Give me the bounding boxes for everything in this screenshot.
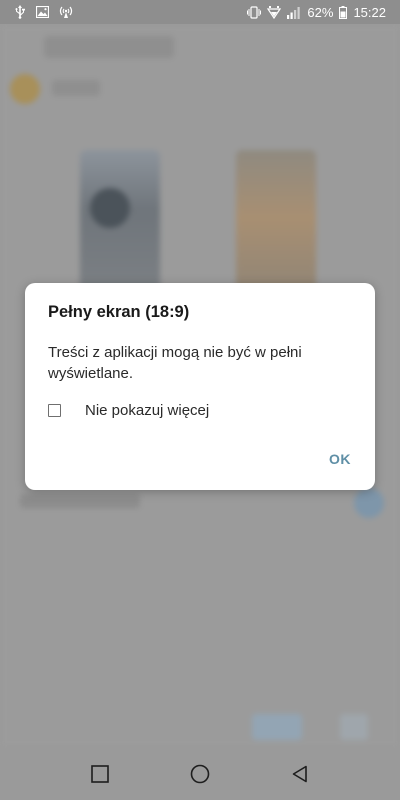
dont-show-again-checkbox[interactable] <box>48 404 61 417</box>
background-preview-card <box>80 150 160 300</box>
recents-icon <box>91 765 109 783</box>
full-screen-dialog: Pełny ekran (18:9) Treści z aplikacji mo… <box>25 283 375 490</box>
ok-button[interactable]: OK <box>329 451 351 467</box>
wifi-hotspot-icon <box>59 5 73 19</box>
image-icon <box>36 6 49 18</box>
recents-button[interactable] <box>80 754 120 794</box>
status-bar: 62% 15:22 <box>0 0 400 24</box>
back-button[interactable] <box>280 754 320 794</box>
home-button[interactable] <box>180 754 220 794</box>
usb-icon <box>14 5 26 19</box>
dont-show-again-row[interactable]: Nie pokazuj więcej <box>48 402 209 419</box>
clock: 15:22 <box>353 4 386 20</box>
vibrate-icon <box>247 5 262 19</box>
dont-show-again-label[interactable]: Nie pokazuj więcej <box>85 402 209 419</box>
home-icon <box>190 764 210 784</box>
cell-signal-icon <box>287 6 301 19</box>
navigation-bar <box>0 748 400 800</box>
battery-percent: 62% <box>307 4 334 20</box>
status-bar-left <box>14 5 73 19</box>
back-icon <box>291 765 309 783</box>
background-button <box>252 714 302 740</box>
background-title-placeholder <box>44 36 174 58</box>
dialog-message: Treści z aplikacji mogą nie być w pełni … <box>48 344 302 382</box>
wifi-signal-icon <box>267 5 282 19</box>
background-row-placeholder <box>20 494 140 508</box>
status-bar-right: 62% 15:22 <box>247 5 386 20</box>
background-toggle <box>354 488 384 518</box>
background-avatar <box>10 74 40 104</box>
background-button <box>340 714 368 740</box>
background-preview-card <box>236 150 316 300</box>
battery-icon <box>339 5 348 19</box>
dialog-title: Pełny ekran (18:9) <box>48 303 190 321</box>
background-subtitle-placeholder <box>52 80 100 96</box>
